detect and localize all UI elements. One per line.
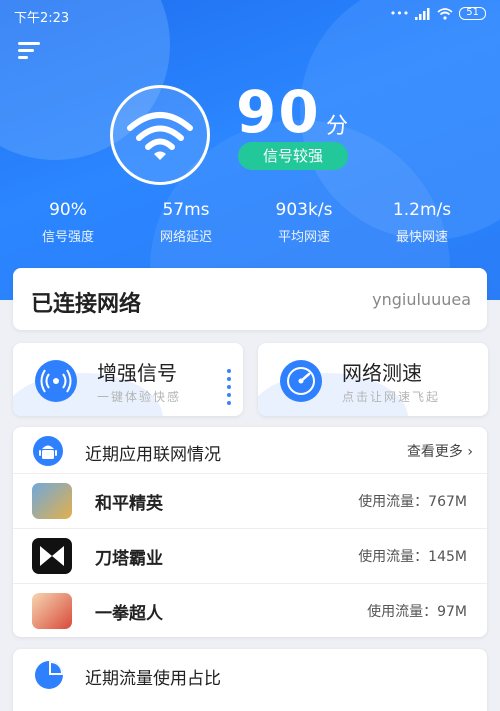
score-value: 90 <box>236 78 321 146</box>
connected-network-card[interactable]: 已连接网络 yngiuluuuea <box>13 268 487 330</box>
stat-value: 903k/s <box>275 200 333 220</box>
status-time: 下午2:23 <box>14 11 70 26</box>
stat-value: 1.2m/s <box>392 200 452 220</box>
apps-header: 近期应用联网情况 查看更多 › <box>13 427 487 473</box>
wifi-status-icon <box>437 7 453 20</box>
stat-value: 90% <box>49 200 87 220</box>
signal-boost-icon <box>35 360 77 402</box>
boost-signal-button[interactable]: 增强信号 一键体验快感 <box>13 343 243 416</box>
speedometer-icon <box>280 360 322 402</box>
app-icon-dota-underlords <box>32 538 72 574</box>
stat-max-speed: 1.2m/s 最快网速 <box>362 200 482 245</box>
menu-icon[interactable] <box>18 42 40 60</box>
stat-latency: 57ms 网络延迟 <box>126 200 246 245</box>
app-name: 一拳超人 <box>95 604 163 624</box>
signal-status-badge: 信号较强 <box>238 142 348 170</box>
app-usage: 使用流量：97M <box>367 604 467 620</box>
status-icons: ••• 51 <box>390 7 486 20</box>
action-subtitle: 一键体验快感 <box>97 390 182 404</box>
app-usage: 使用流量：145M <box>358 549 467 565</box>
recent-apps-card: 近期应用联网情况 查看更多 › 和平精英 使用流量：767M 刀塔霸业 使用流量… <box>13 427 487 637</box>
hero-header: 下午2:23 ••• 51 90 分 信号较强 90% 信号强度 57ms 网络… <box>0 0 500 300</box>
stat-label: 信号强度 <box>41 230 94 245</box>
chevron-right-icon: › <box>467 444 473 460</box>
app-name: 和平精英 <box>95 494 163 514</box>
connected-title: 已连接网络 <box>31 292 142 317</box>
score-unit: 分 <box>326 114 349 139</box>
stat-value: 57ms <box>162 200 210 220</box>
apps-section-title: 近期应用联网情况 <box>85 445 221 465</box>
stat-signal-strength: 90% 信号强度 <box>8 200 128 245</box>
cell-signal-icon <box>415 7 430 20</box>
app-icon-peace-elite <box>32 483 72 519</box>
action-title: 网络测速 <box>342 361 422 385</box>
stat-average-speed: 903k/s 平均网速 <box>244 200 364 245</box>
stat-label: 最快网速 <box>395 230 448 245</box>
dots-decoration-icon <box>227 369 231 409</box>
network-ssid: yngiuluuuea <box>372 290 471 309</box>
app-name: 刀塔霸业 <box>95 549 163 569</box>
wifi-icon <box>127 112 193 160</box>
stat-label: 平均网速 <box>277 230 330 245</box>
view-more-label: 查看更多 <box>406 444 463 460</box>
app-usage: 使用流量：767M <box>358 494 467 510</box>
view-more-link[interactable]: 查看更多 › <box>407 441 473 461</box>
speed-test-button[interactable]: 网络测速 点击让网速飞起 <box>258 343 488 416</box>
traffic-section-title: 近期流量使用占比 <box>85 669 221 689</box>
pie-chart-icon <box>35 661 63 689</box>
traffic-usage-card[interactable]: 近期流量使用占比 <box>13 649 487 711</box>
status-bar: 下午2:23 ••• 51 <box>0 0 500 30</box>
battery-icon: 51 <box>459 7 486 20</box>
android-icon <box>33 436 63 466</box>
app-icon-one-punch-man <box>32 593 72 629</box>
wifi-score-circle <box>110 85 210 185</box>
action-subtitle: 点击让网速飞起 <box>342 390 441 404</box>
stat-label: 网络延迟 <box>159 230 212 245</box>
app-row[interactable]: 和平精英 使用流量：767M <box>13 473 487 528</box>
signal-dots-icon: ••• <box>389 7 410 20</box>
action-title: 增强信号 <box>97 361 177 385</box>
app-row[interactable]: 一拳超人 使用流量：97M <box>13 583 487 638</box>
app-row[interactable]: 刀塔霸业 使用流量：145M <box>13 528 487 583</box>
